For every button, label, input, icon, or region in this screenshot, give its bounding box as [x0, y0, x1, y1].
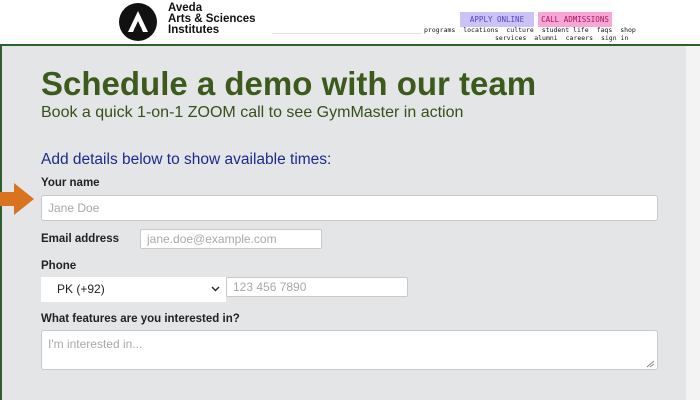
- nav-link-faqs[interactable]: faqs: [597, 26, 613, 34]
- nav-row-primary: programs locations culture student life …: [420, 26, 636, 34]
- nav-link-locations[interactable]: locations: [463, 26, 498, 34]
- country-code-value: PK (+92): [57, 282, 105, 296]
- features-label: What features are you interested in?: [41, 313, 240, 325]
- name-label: Your name: [41, 177, 100, 189]
- page-subtitle: Book a quick 1-on-1 ZOOM call to see Gym…: [41, 104, 464, 121]
- nav-link-programs[interactable]: programs: [424, 26, 455, 34]
- frame-right-edge: [686, 46, 700, 400]
- page-title: Schedule a demo with our team: [41, 65, 537, 102]
- chevron-down-icon: [211, 286, 220, 292]
- nav-link-student-life[interactable]: student life: [542, 26, 589, 34]
- nav-link-services[interactable]: services: [495, 34, 526, 42]
- nav-row-secondary: services alumni careers sign in: [491, 34, 628, 42]
- logo-wordmark[interactable]: Aveda Arts & Sciences Institutes: [168, 2, 256, 36]
- phone-field[interactable]: [226, 277, 408, 297]
- call-admissions-button[interactable]: CALL ADMISSIONS: [538, 12, 612, 27]
- details-heading: Add details below to show available time…: [41, 151, 332, 168]
- header-divider: [272, 33, 422, 34]
- logo-line: Institutes: [168, 24, 220, 36]
- nav-link-alumni[interactable]: alumni: [534, 34, 557, 42]
- site-header: Aveda Arts & Sciences Institutes APPLY O…: [0, 0, 700, 44]
- nav-link-shop[interactable]: shop: [620, 26, 636, 34]
- email-field[interactable]: [140, 229, 322, 249]
- arrow-right-icon: [0, 183, 34, 215]
- phone-label: Phone: [41, 260, 77, 272]
- nav-link-sign-in[interactable]: sign in: [601, 34, 628, 42]
- resize-grip-icon[interactable]: [645, 360, 655, 368]
- apply-online-button[interactable]: APPLY ONLINE: [460, 12, 534, 27]
- name-field[interactable]: [41, 195, 658, 221]
- nav-link-careers[interactable]: careers: [566, 34, 593, 42]
- nav-link-culture[interactable]: culture: [506, 26, 533, 34]
- email-label: Email address: [41, 233, 119, 245]
- aveda-logo-icon[interactable]: [119, 3, 157, 41]
- country-code-select[interactable]: PK (+92): [41, 277, 226, 302]
- features-textarea[interactable]: [41, 330, 658, 370]
